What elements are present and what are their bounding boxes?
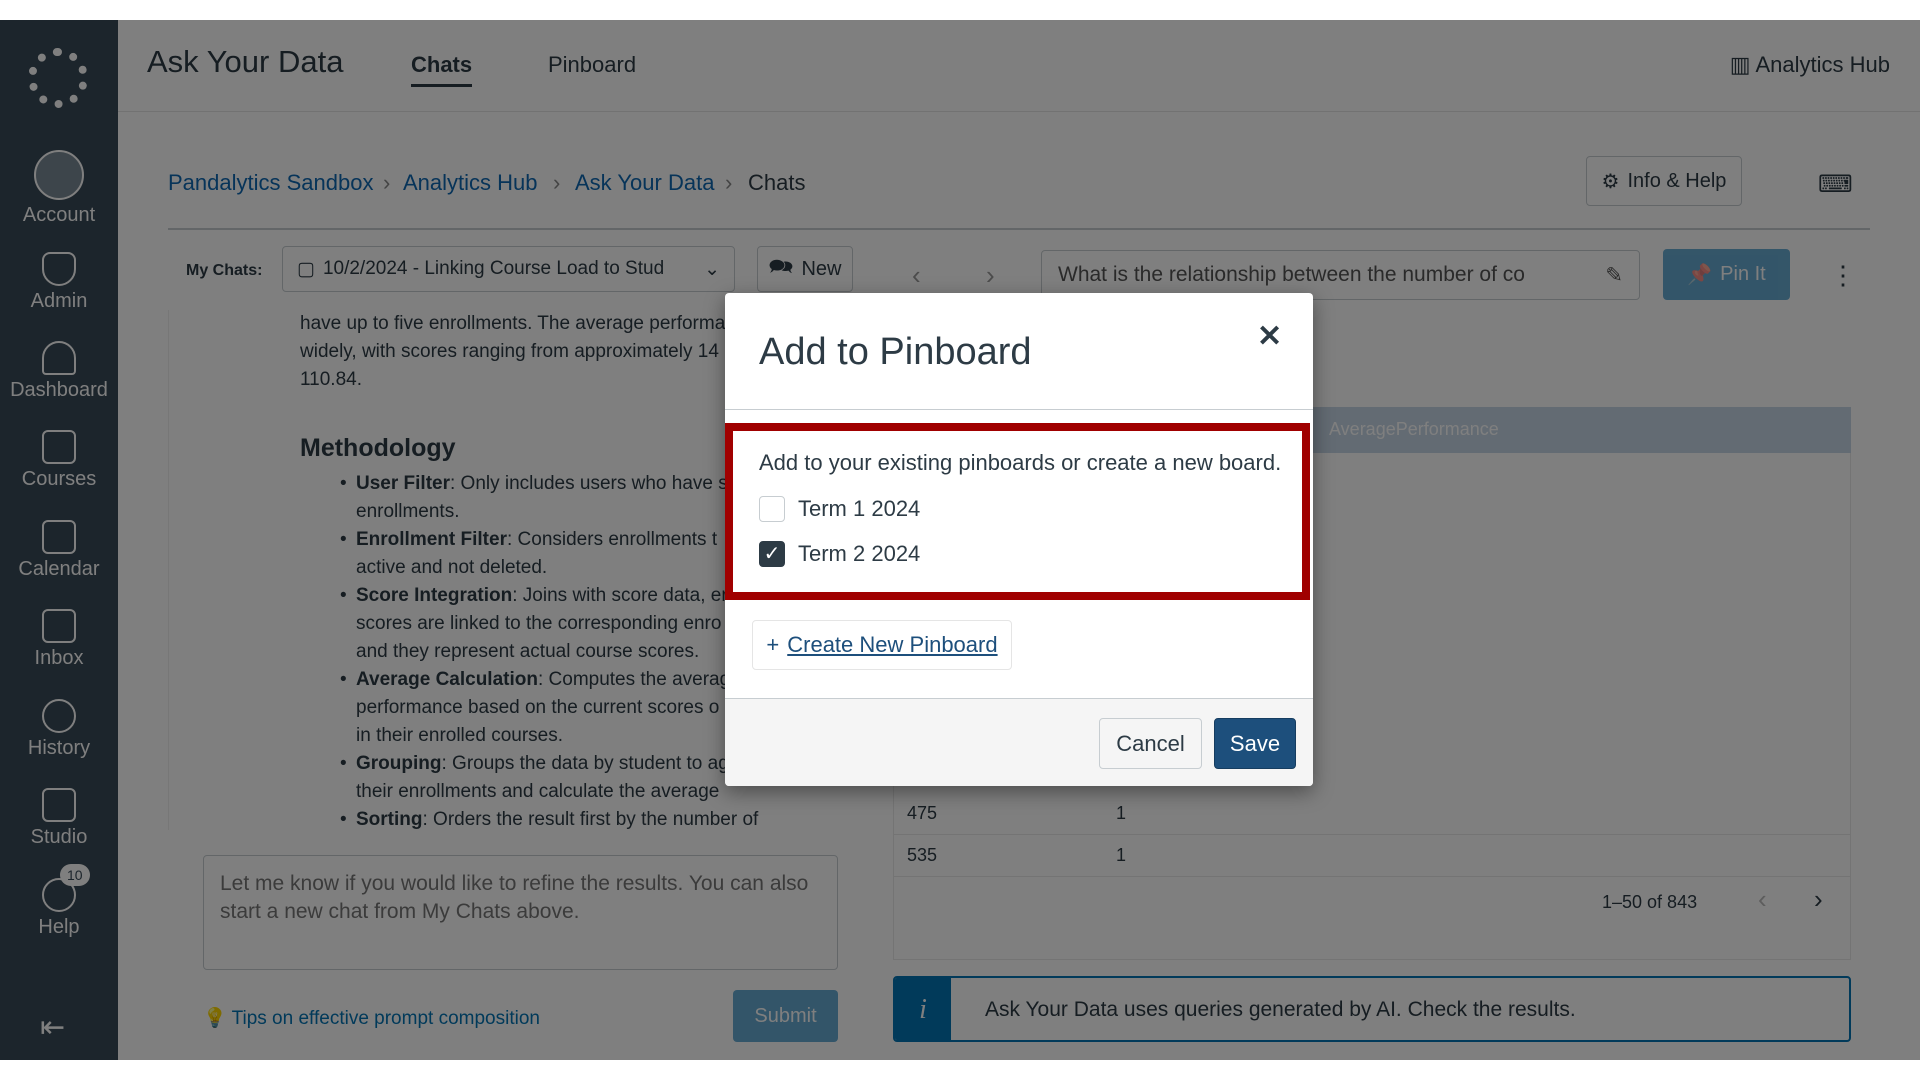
add-to-pinboard-dialog: Add to Pinboard ✕ Add to your existing p… <box>725 293 1313 786</box>
create-new-pinboard-button[interactable]: + Create New Pinboard <box>752 620 1012 670</box>
option-label[interactable]: Term 2 2024 <box>798 541 920 567</box>
check-icon: ✓ <box>763 543 781 565</box>
checkbox-term-2[interactable]: ✓ <box>759 541 785 567</box>
cancel-button[interactable]: Cancel <box>1099 718 1202 769</box>
bottom-band <box>0 1060 1920 1080</box>
close-icon[interactable]: ✕ <box>1257 319 1282 354</box>
divider <box>725 409 1313 410</box>
plus-icon: + <box>766 632 780 657</box>
checkbox-term-1[interactable] <box>759 496 785 522</box>
option-label[interactable]: Term 1 2024 <box>798 496 920 522</box>
top-band <box>0 0 1920 20</box>
save-button[interactable]: Save <box>1214 718 1296 769</box>
instructions-text: Add to your existing pinboards or create… <box>759 450 1282 475</box>
dialog-title: Add to Pinboard <box>759 331 1032 373</box>
